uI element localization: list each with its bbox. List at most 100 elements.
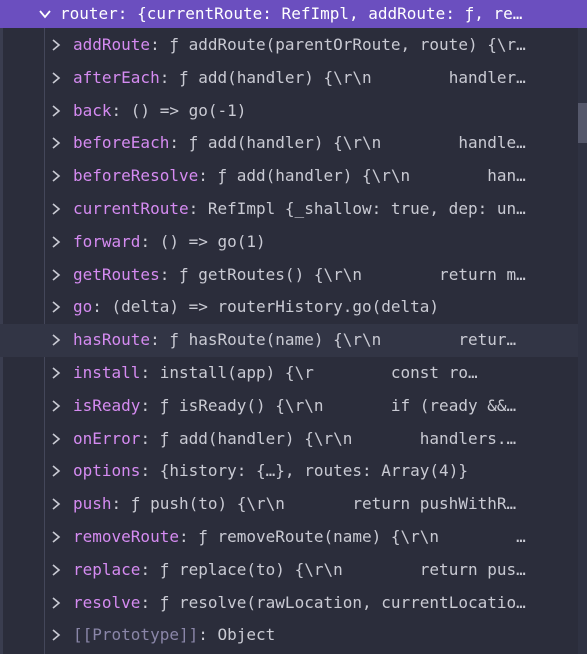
key-separator: : <box>150 330 170 350</box>
property-row-prototype[interactable]: [[Prototype]]: Object <box>0 619 578 652</box>
property-content: push: ƒ push(to) {\r\n return pushWithR… <box>73 488 578 521</box>
property-row-forward[interactable]: forward: () => go(1) <box>0 226 578 259</box>
chevron-right-icon[interactable] <box>50 104 62 117</box>
chevron-right-icon[interactable] <box>50 301 62 313</box>
property-content: replace: ƒ replace(to) {\r\n return pus… <box>73 554 578 587</box>
chevron-right-icon[interactable] <box>50 170 62 182</box>
key-separator: : <box>150 35 170 54</box>
property-value: install(app) {\r const ro… <box>159 362 478 382</box>
key-separator: : <box>198 625 218 645</box>
property-value: () => go(1) <box>159 231 266 251</box>
property-row-go[interactable]: go: (delta) => routerHistory.go(delta) <box>0 291 578 324</box>
chevron-right-icon[interactable] <box>50 465 62 477</box>
property-row-options[interactable]: options: {history: {…}, routes: Array(4)… <box>0 455 578 488</box>
property-row-addroute[interactable]: addRoute: ƒ addRoute(parentOrRoute, rout… <box>0 29 578 62</box>
scrollbar-thumb[interactable] <box>578 103 587 143</box>
scrollbar-track[interactable] <box>578 28 587 654</box>
chevron-right-icon[interactable] <box>50 72 62 84</box>
key-separator: : <box>159 264 179 284</box>
property-value: ƒ add(handler) {\r\n handler… <box>178 67 526 87</box>
property-key: resolve <box>73 592 141 612</box>
chevron-right-icon[interactable] <box>50 531 62 543</box>
property-content: hasRoute: ƒ hasRoute(name) {\r\n retur… <box>73 324 578 357</box>
property-row-install[interactable]: install: install(app) {\r const ro… <box>0 357 578 390</box>
chevron-right-icon[interactable] <box>50 268 62 281</box>
property-content: beforeResolve: ƒ add(handler) {\r\n han… <box>73 160 578 193</box>
property-value: {history: {…}, routes: Array(4)} <box>159 461 468 481</box>
key-separator: : <box>178 526 199 546</box>
property-key: back <box>73 100 112 120</box>
property-content: isReady: ƒ isReady() {\r\n if (ready &&… <box>73 390 578 423</box>
key-separator: : <box>140 559 160 579</box>
property-value: ƒ getRoutes() {\r\n return m… <box>178 264 526 284</box>
property-key: replace <box>73 559 141 579</box>
property-key: hasRoute <box>73 330 151 350</box>
property-row-beforeresolve[interactable]: beforeResolve: ƒ add(handler) {\r\n han… <box>0 160 578 193</box>
property-key: beforeResolve <box>73 166 199 186</box>
chevron-right-icon[interactable] <box>50 596 62 609</box>
property-key: onError <box>73 428 141 448</box>
property-key: afterEach <box>73 67 160 87</box>
property-content: onError: ƒ add(handler) {\r\n handlers.… <box>73 423 578 456</box>
property-content: back: () => go(-1) <box>73 95 578 128</box>
property-key: beforeEach <box>73 133 170 153</box>
property-key: addRoute <box>73 35 151 54</box>
property-content: install: install(app) {\r const ro… <box>73 357 578 390</box>
property-value: (delta) => routerHistory.go(delta) <box>111 297 440 317</box>
property-content: removeRoute: ƒ removeRoute(name) {\r\n … <box>73 521 578 554</box>
chevron-right-icon[interactable] <box>50 400 62 412</box>
chevron-down-icon[interactable] <box>38 7 52 21</box>
property-value: Object <box>217 625 276 645</box>
key-separator: : <box>198 166 218 186</box>
property-row-hasroute[interactable]: hasRoute: ƒ hasRoute(name) {\r\n retur… <box>0 324 578 357</box>
chevron-right-icon[interactable] <box>50 498 62 510</box>
property-row-getroutes[interactable]: getRoutes: ƒ getRoutes() {\r\n return m… <box>0 259 578 292</box>
property-value: ƒ add(handler) {\r\n handlers.… <box>159 428 517 448</box>
router-object-header[interactable]: router: {currentRoute: RefImpl, addRoute… <box>0 0 587 28</box>
property-key: removeRoute <box>73 526 179 546</box>
property-content: go: (delta) => routerHistory.go(delta) <box>73 291 578 324</box>
chevron-right-icon[interactable] <box>50 629 62 641</box>
property-content: afterEach: ƒ add(handler) {\r\n handler… <box>73 62 578 95</box>
property-content: currentRoute: RefImpl {_shallow: true, d… <box>73 193 578 226</box>
chevron-right-icon[interactable] <box>50 564 62 576</box>
property-row-beforeeach[interactable]: beforeEach: ƒ add(handler) {\r\n handle… <box>0 127 578 160</box>
property-key: install <box>73 362 141 382</box>
property-key: options <box>73 461 141 481</box>
property-row-aftereach[interactable]: afterEach: ƒ add(handler) {\r\n handler… <box>0 62 578 95</box>
property-value: ƒ replace(to) {\r\n return pus… <box>159 559 526 579</box>
property-row-onerror[interactable]: onError: ƒ add(handler) {\r\n handlers.… <box>0 423 578 456</box>
property-content: beforeEach: ƒ add(handler) {\r\n handle… <box>73 127 578 160</box>
property-content: getRoutes: ƒ getRoutes() {\r\n return m… <box>73 259 578 292</box>
chevron-right-icon[interactable] <box>50 203 62 215</box>
property-key: currentRoute <box>73 198 189 218</box>
key-separator: : <box>140 461 160 481</box>
property-row-push[interactable]: push: ƒ push(to) {\r\n return pushWithR… <box>0 488 578 521</box>
key-separator: : <box>140 362 160 382</box>
property-row-currentroute[interactable]: currentRoute: RefImpl {_shallow: true, d… <box>0 193 578 226</box>
property-key: forward <box>73 231 141 251</box>
property-value: ƒ removeRoute(name) {\r\n … <box>198 526 526 546</box>
chevron-right-icon[interactable] <box>50 367 62 379</box>
property-row-replace[interactable]: replace: ƒ replace(to) {\r\n return pus… <box>0 554 578 587</box>
chevron-right-icon[interactable] <box>50 39 62 51</box>
property-row-removeroute[interactable]: removeRoute: ƒ removeRoute(name) {\r\n … <box>0 521 578 554</box>
key-separator: : <box>111 494 131 514</box>
property-key: [[Prototype]] <box>73 625 199 645</box>
property-value: ƒ resolve(rawLocation, currentLocatio… <box>159 592 526 612</box>
property-value: ƒ hasRoute(name) {\r\n retur… <box>169 330 517 350</box>
property-row-resolve[interactable]: resolve: ƒ resolve(rawLocation, currentL… <box>0 587 578 620</box>
key-separator: : <box>140 592 160 612</box>
chevron-right-icon[interactable] <box>50 432 62 445</box>
key-separator: : <box>140 231 160 251</box>
property-key: getRoutes <box>73 264 160 284</box>
property-row-isready[interactable]: isReady: ƒ isReady() {\r\n if (ready &&… <box>0 390 578 423</box>
chevron-right-icon[interactable] <box>50 236 62 248</box>
property-row-back[interactable]: back: () => go(-1) <box>0 95 578 128</box>
property-content: [[Prototype]]: Object <box>73 619 578 652</box>
property-key: go <box>73 297 93 317</box>
chevron-right-icon[interactable] <box>50 334 62 346</box>
property-value: ƒ push(to) {\r\n return pushWithR… <box>130 494 517 514</box>
chevron-right-icon[interactable] <box>50 137 62 150</box>
key-separator: : <box>188 198 208 218</box>
